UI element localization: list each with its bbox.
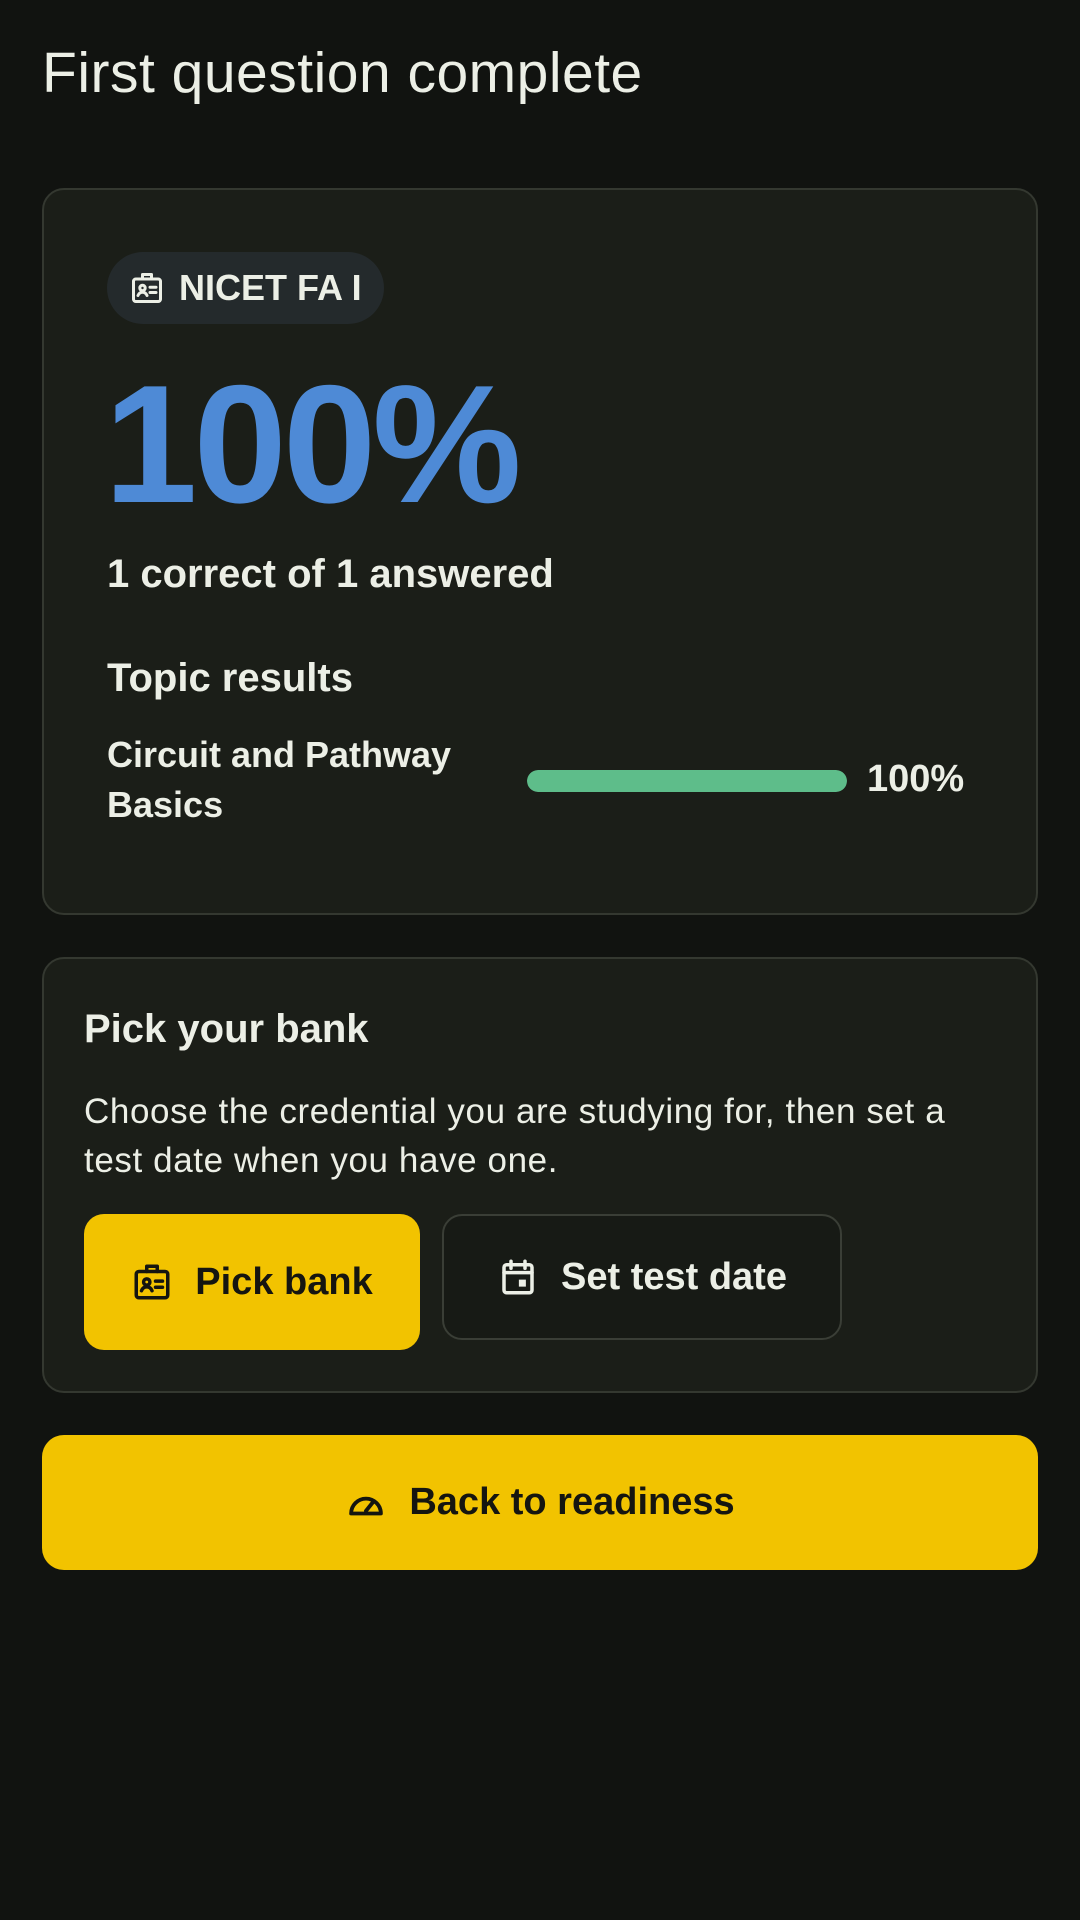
set-test-date-button[interactable]: Set test date xyxy=(442,1214,842,1340)
bank-chip: NICET FA I xyxy=(107,252,384,324)
calendar-icon xyxy=(497,1256,539,1298)
topic-progress-fill xyxy=(527,770,847,792)
id-badge-icon xyxy=(131,1261,173,1303)
topic-percent: 100% xyxy=(867,758,965,800)
pick-bank-description: Choose the credential you are studying f… xyxy=(84,1092,946,1180)
pick-bank-button[interactable]: Pick bank xyxy=(84,1214,420,1350)
id-badge-icon xyxy=(129,270,165,306)
score-percentage: 100% xyxy=(104,350,522,538)
back-to-readiness-button[interactable]: Back to readiness xyxy=(42,1435,1038,1570)
back-to-readiness-label: Back to readiness xyxy=(409,1481,735,1523)
score-card: NICET FA I 100% 1 correct of 1 answered … xyxy=(42,188,1038,915)
score-summary: 1 correct of 1 answered xyxy=(107,552,554,596)
topic-result-row: Circuit and Pathway Basics 100% xyxy=(107,730,977,840)
speedometer-icon xyxy=(345,1482,387,1524)
topic-progress-bar xyxy=(527,770,847,792)
pick-bank-card: Pick your bank Choose the credential you… xyxy=(42,957,1038,1393)
topic-results-heading: Topic results xyxy=(107,656,353,700)
page-title: First question complete xyxy=(42,41,643,105)
set-test-date-label: Set test date xyxy=(561,1255,787,1298)
pick-bank-label: Pick bank xyxy=(195,1260,373,1303)
bank-chip-label: NICET FA I xyxy=(179,267,362,308)
pick-bank-title: Pick your bank xyxy=(84,1007,369,1051)
topic-name: Circuit and Pathway Basics xyxy=(107,734,452,825)
